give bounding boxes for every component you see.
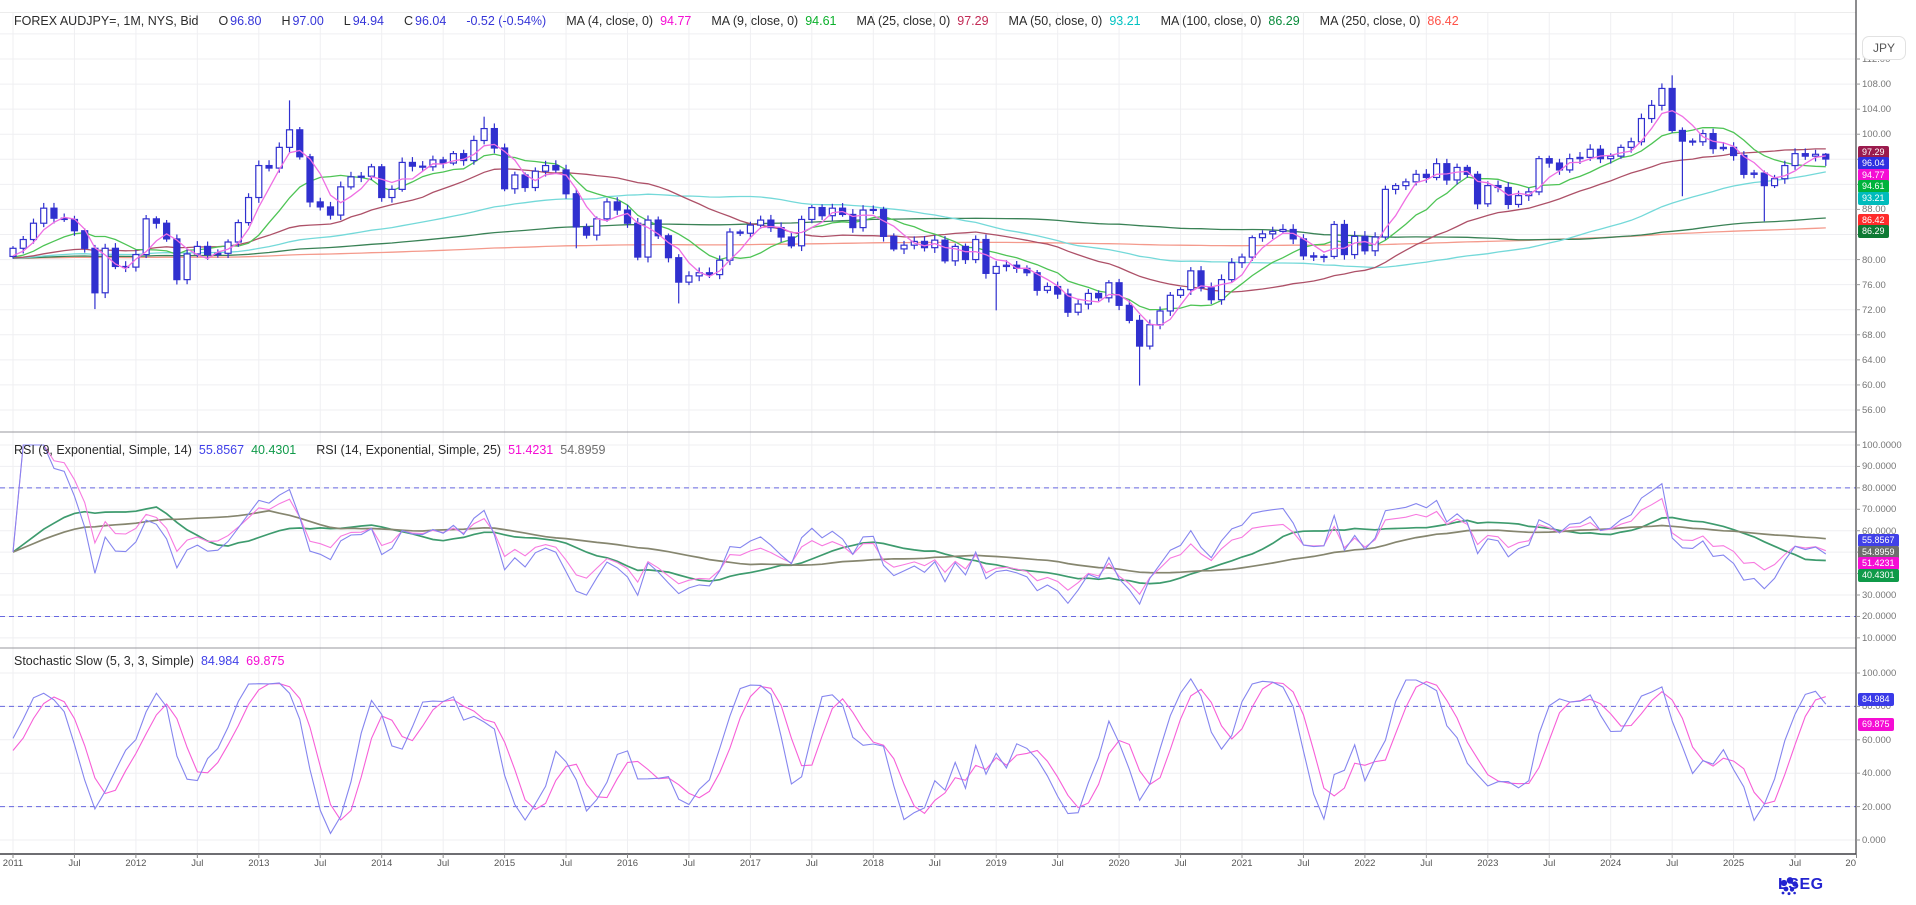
ma-legend-25: MA (25, close, 0)97.29 (856, 14, 988, 28)
x-axis-label: 2014 (360, 858, 404, 869)
price-tick-label: 72.00 (1862, 305, 1886, 316)
ohlc-close: C96.04 (404, 14, 446, 28)
price-tick-label: 100.00 (1862, 129, 1891, 140)
x-axis-label: 2015 (483, 858, 527, 869)
x-axis-label: Jul (1281, 858, 1325, 869)
ma-legend-9: MA (9, close, 0)94.61 (711, 14, 836, 28)
x-axis-label: 2018 (851, 858, 895, 869)
x-axis-label: 2017 (728, 858, 772, 869)
x-axis-label: Jul (544, 858, 588, 869)
rsi-tick-label: 100.0000 (1862, 440, 1902, 451)
x-axis-label: Jul (52, 858, 96, 869)
ma-legend-4: MA (4, close, 0)94.77 (566, 14, 691, 28)
rsi-tick-label: 30.0000 (1862, 590, 1896, 601)
ohlc-low: L94.94 (344, 14, 384, 28)
x-axis-label: Jul (1159, 858, 1203, 869)
x-axis-label: 2019 (974, 858, 1018, 869)
lseg-logo: LSEG (1778, 876, 1824, 894)
rsi-tick-label: 20.0000 (1862, 611, 1896, 622)
rsi-slow-group: RSI (14, Exponential, Simple, 25) 51.423… (316, 443, 605, 457)
axis-value-badge: 86.29 (1858, 225, 1889, 238)
x-axis-label: Jul (913, 858, 957, 869)
stoch-tick-label: 0.000 (1862, 835, 1886, 846)
stochastic-group: Stochastic Slow (5, 3, 3, Simple) 84.984… (14, 654, 284, 668)
price-tick-label: 56.00 (1862, 405, 1886, 416)
lseg-logo-mark (1778, 876, 1800, 896)
x-axis-label: Jul (1036, 858, 1080, 869)
ohlc-high: H97.00 (281, 14, 323, 28)
x-axis-label: Jul (1404, 858, 1448, 869)
axis-value-badge: 40.4301 (1858, 569, 1899, 582)
x-axis-label: 2025 (1712, 858, 1756, 869)
stoch-tick-label: 20.000 (1862, 802, 1891, 813)
x-axis-label: 2012 (114, 858, 158, 869)
price-legend: FOREX AUDJPY=, 1M, NYS, Bid O96.80 H97.0… (14, 14, 1459, 28)
x-axis-label: Jul (790, 858, 834, 869)
x-axis-label: Jul (1650, 858, 1694, 869)
x-axis-label: 2023 (1466, 858, 1510, 869)
price-tick-label: 68.00 (1862, 330, 1886, 341)
x-axis-label: Jul (1527, 858, 1571, 869)
rsi-legend: RSI (9, Exponential, Simple, 14) 55.8567… (14, 443, 605, 457)
x-axis-label: 2024 (1589, 858, 1633, 869)
x-axis-label: 20 (1838, 858, 1856, 869)
axis-value-badge: 69.875 (1858, 718, 1894, 731)
stoch-tick-label: 60.000 (1862, 735, 1891, 746)
chart-application: FOREX AUDJPY=, 1M, NYS, Bid O96.80 H97.0… (0, 0, 1916, 905)
x-axis-label: Jul (298, 858, 342, 869)
stoch-tick-label: 40.000 (1862, 768, 1891, 779)
x-axis-label: 2016 (606, 858, 650, 869)
price-tick-label: 64.00 (1862, 355, 1886, 366)
instrument-title: FOREX AUDJPY=, 1M, NYS, Bid (14, 14, 198, 28)
x-axis-label: 2011 (0, 858, 35, 869)
stochastic-legend: Stochastic Slow (5, 3, 3, Simple) 84.984… (14, 654, 284, 668)
x-axis-label: Jul (1773, 858, 1817, 869)
currency-axis-button[interactable]: JPY (1862, 36, 1906, 60)
ma-legend-250: MA (250, close, 0)86.42 (1320, 14, 1459, 28)
ma-legend-100: MA (100, close, 0)86.29 (1161, 14, 1300, 28)
rsi-tick-label: 70.0000 (1862, 504, 1896, 515)
price-tick-label: 60.00 (1862, 380, 1886, 391)
x-axis-label: 2013 (237, 858, 281, 869)
x-axis-label: 2021 (1220, 858, 1264, 869)
ohlc-open: O96.80 (218, 14, 261, 28)
rsi-tick-label: 90.0000 (1862, 461, 1896, 472)
x-axis-label: Jul (667, 858, 711, 869)
axis-value-badge: 84.984 (1858, 693, 1894, 706)
price-tick-label: 104.00 (1862, 104, 1891, 115)
ma-legend-50: MA (50, close, 0)93.21 (1009, 14, 1141, 28)
axis-value-badge: 93.21 (1858, 192, 1889, 205)
net-change: -0.52 (-0.54%) (466, 14, 546, 28)
price-tick-label: 76.00 (1862, 280, 1886, 291)
rsi-tick-label: 10.0000 (1862, 633, 1896, 644)
x-axis-label: Jul (175, 858, 219, 869)
x-axis-label: 2022 (1343, 858, 1387, 869)
x-axis-label: 2020 (1097, 858, 1141, 869)
rsi-fast-group: RSI (9, Exponential, Simple, 14) 55.8567… (14, 443, 296, 457)
stoch-tick-label: 100.000 (1862, 668, 1896, 679)
price-tick-label: 80.00 (1862, 255, 1886, 266)
x-axis-label: Jul (421, 858, 465, 869)
price-tick-label: 108.00 (1862, 79, 1891, 90)
rsi-tick-label: 80.0000 (1862, 483, 1896, 494)
